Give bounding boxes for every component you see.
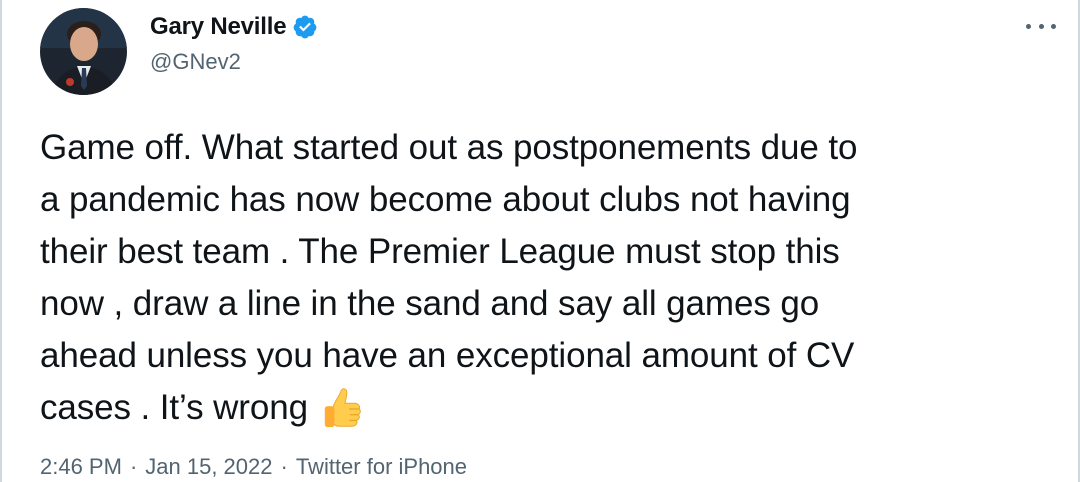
handle[interactable]: @GNev2	[150, 48, 241, 76]
display-name[interactable]: Gary Neville	[150, 12, 287, 42]
tweet-card: Gary Neville @GNev2 Game off. What start…	[0, 0, 1080, 482]
tweet-text: Game off. What started out as postponeme…	[40, 122, 1050, 434]
name-row: Gary Neville	[150, 12, 318, 42]
tweet-date: Jan 15, 2022	[145, 454, 273, 479]
separator: ·	[129, 454, 138, 479]
more-options-icon[interactable]	[1026, 16, 1056, 36]
tweet-source-link[interactable]: Twitter for iPhone	[296, 452, 467, 482]
thumbs-up-icon	[324, 388, 361, 428]
tweet-metadata: 2:46 PM · Jan 15, 2022 · Twitter for iPhon…	[40, 452, 467, 482]
tweet-time: 2:46 PM	[40, 454, 122, 479]
avatar[interactable]	[40, 8, 127, 95]
tweet-text-content: Game off. What started out as postponeme…	[40, 128, 858, 427]
tweet-time-link[interactable]: 2:46 PM · Jan 15, 2022	[40, 452, 273, 482]
separator: ·	[280, 454, 288, 479]
verified-badge-icon	[293, 15, 317, 39]
